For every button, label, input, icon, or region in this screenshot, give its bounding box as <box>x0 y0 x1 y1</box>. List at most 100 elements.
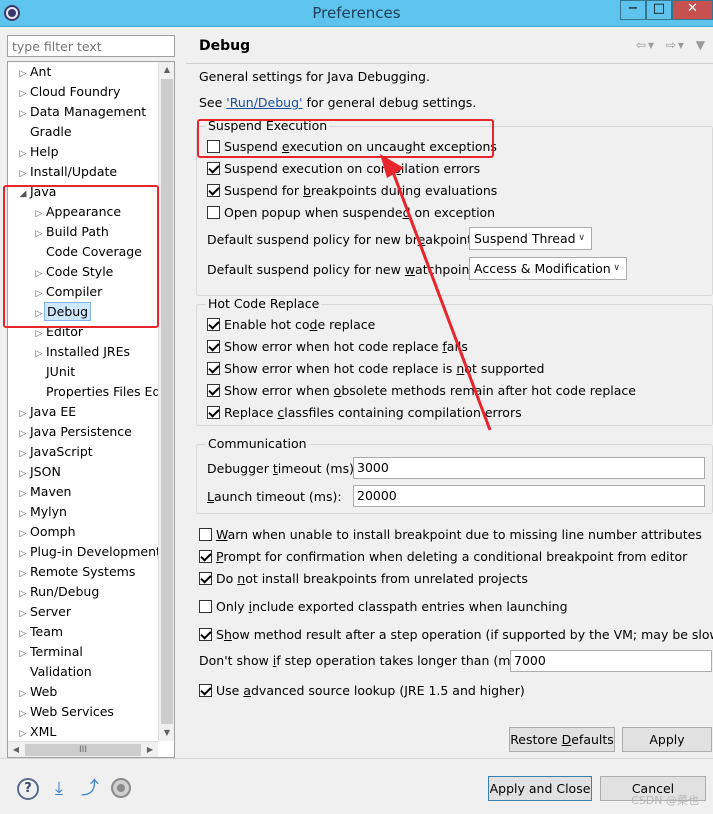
view-menu-icon[interactable]: ▼ <box>696 38 705 52</box>
tree-item-plug-in-development[interactable]: ▷ Plug-in Development <box>18 542 158 562</box>
expand-arrow-icon[interactable]: ▷ <box>18 564 28 584</box>
debugger-timeout-input[interactable]: 3000 <box>353 457 705 479</box>
expand-arrow-icon[interactable]: ▷ <box>18 524 28 544</box>
expand-arrow-icon[interactable]: ▷ <box>18 544 28 564</box>
exported-classpath-checkbox[interactable]: Only include exported classpath entries … <box>199 598 568 616</box>
expand-arrow-icon[interactable]: ▷ <box>18 724 28 741</box>
expand-arrow-icon[interactable]: ▷ <box>18 164 28 184</box>
launch-timeout-input[interactable]: 20000 <box>353 485 705 507</box>
tree-item-gradle[interactable]: Gradle <box>18 122 74 142</box>
tree-vertical-scrollbar[interactable]: ▲ ▼ <box>158 62 174 741</box>
expand-arrow-icon[interactable]: ▷ <box>18 504 28 524</box>
hcr-not-supported-checkbox[interactable]: Show error when hot code replace is not … <box>207 360 544 378</box>
tree-item-terminal[interactable]: ▷ Terminal <box>18 642 85 662</box>
tree-item-ant[interactable]: ▷ Ant <box>18 62 53 82</box>
expand-arrow-icon[interactable]: ▷ <box>18 404 28 424</box>
suspend-compilation-checkbox[interactable]: Suspend execution on compilation errors <box>207 160 480 178</box>
tree-item-java-ee[interactable]: ▷ Java EE <box>18 402 78 422</box>
tree-item-install-update[interactable]: ▷ Install/Update <box>18 162 119 182</box>
method-result-checkbox[interactable]: Show method result after a step operatio… <box>199 626 713 644</box>
forward-menu-icon[interactable]: ▾ <box>678 38 684 52</box>
checkbox-box[interactable] <box>199 550 212 563</box>
expand-arrow-icon[interactable]: ▷ <box>18 624 28 644</box>
scroll-down-icon[interactable]: ▼ <box>159 725 174 741</box>
maximize-button[interactable]: □ <box>646 0 672 20</box>
checkbox-box[interactable] <box>207 384 220 397</box>
expand-arrow-icon[interactable]: ▷ <box>18 484 28 504</box>
tree-item-xml[interactable]: ▷ XML <box>18 722 58 741</box>
forward-arrow-icon[interactable]: ⇨ <box>666 38 676 52</box>
tree-item-json[interactable]: ▷ JSON <box>18 462 63 482</box>
expand-arrow-icon[interactable]: ▷ <box>18 644 28 664</box>
expand-arrow-icon[interactable]: ▷ <box>34 344 44 364</box>
checkbox-box[interactable] <box>207 406 220 419</box>
stop-icon[interactable] <box>111 778 131 798</box>
tree-item-installed-jres[interactable]: ▷ Installed JREs <box>34 342 132 362</box>
policy-watchpoints-select[interactable]: Access & Modification ∨ <box>469 257 627 280</box>
hcr-fails-checkbox[interactable]: Show error when hot code replace fails <box>207 338 468 356</box>
checkbox-box[interactable] <box>207 362 220 375</box>
suspend-breakpoints-checkbox[interactable]: Suspend for breakpoints during evaluatio… <box>207 182 497 200</box>
expand-arrow-icon[interactable]: ▷ <box>18 604 28 624</box>
expand-arrow-icon[interactable]: ▷ <box>18 584 28 604</box>
checkbox-box[interactable] <box>207 184 220 197</box>
tree-item-run-debug[interactable]: ▷ Run/Debug <box>18 582 101 602</box>
advanced-lookup-checkbox[interactable]: Use advanced source lookup (JRE 1.5 and … <box>199 682 525 700</box>
close-button[interactable]: ✕ <box>672 0 713 20</box>
filter-input[interactable] <box>7 35 175 57</box>
back-arrow-icon[interactable]: ⇦ <box>636 38 646 52</box>
tree-item-junit[interactable]: JUnit <box>34 362 77 382</box>
hcr-obsolete-checkbox[interactable]: Show error when obsolete methods remain … <box>207 382 636 400</box>
policy-breakpoints-select[interactable]: Suspend Thread ∨ <box>469 227 592 250</box>
expand-arrow-icon[interactable]: ▷ <box>18 84 28 104</box>
tree-item-remote-systems[interactable]: ▷ Remote Systems <box>18 562 137 582</box>
expand-arrow-icon[interactable]: ▷ <box>18 104 28 124</box>
expand-arrow-icon[interactable]: ▷ <box>18 424 28 444</box>
hscroll-thumb[interactable]: III <box>25 744 141 756</box>
checkbox-box[interactable] <box>207 318 220 331</box>
expand-arrow-icon[interactable]: ▷ <box>18 684 28 704</box>
tree-item-maven[interactable]: ▷ Maven <box>18 482 73 502</box>
import-icon[interactable]: ⤓ <box>47 778 71 800</box>
scroll-left-icon[interactable]: ◀ <box>8 742 24 757</box>
checkbox-box[interactable] <box>199 600 212 613</box>
apply-and-close-button[interactable]: Apply and Close <box>488 776 592 801</box>
tree-item-oomph[interactable]: ▷ Oomph <box>18 522 78 542</box>
checkbox-box[interactable] <box>199 628 212 641</box>
restore-defaults-button[interactable]: Restore Defaults <box>509 727 615 752</box>
checkbox-box[interactable] <box>207 340 220 353</box>
back-menu-icon[interactable]: ▾ <box>648 38 654 52</box>
checkbox-box[interactable] <box>207 162 220 175</box>
help-icon[interactable]: ? <box>17 778 39 800</box>
tree-item-data-management[interactable]: ▷ Data Management <box>18 102 148 122</box>
tree-item-server[interactable]: ▷ Server <box>18 602 73 622</box>
checkbox-box[interactable] <box>207 206 220 219</box>
tree-item-javascript[interactable]: ▷ JavaScript <box>18 442 95 462</box>
scroll-thumb[interactable] <box>161 79 173 724</box>
tree-item-validation[interactable]: Validation <box>18 662 94 682</box>
tree-item-mylyn[interactable]: ▷ Mylyn <box>18 502 69 522</box>
tree-item-properties-files-edit[interactable]: Properties Files Edit <box>34 382 158 402</box>
expand-arrow-icon[interactable]: ▷ <box>18 444 28 464</box>
enable-hcr-checkbox[interactable]: Enable hot code replace <box>207 316 375 334</box>
prompt-conditional-checkbox[interactable]: Prompt for confirmation when deleting a … <box>199 548 687 566</box>
tree-item-java-persistence[interactable]: ▷ Java Persistence <box>18 422 134 442</box>
tree-horizontal-scrollbar[interactable]: ◀ III ▶ <box>8 741 158 757</box>
open-popup-checkbox[interactable]: Open popup when suspended on exception <box>207 204 495 222</box>
checkbox-box[interactable] <box>199 528 212 541</box>
tree-item-help[interactable]: ▷ Help <box>18 142 61 162</box>
tree-item-web-services[interactable]: ▷ Web Services <box>18 702 116 722</box>
step-longer-input[interactable]: 7000 <box>510 650 712 672</box>
replace-classfiles-checkbox[interactable]: Replace classfiles containing compilatio… <box>207 404 522 422</box>
checkbox-box[interactable] <box>199 684 212 697</box>
expand-arrow-icon[interactable]: ▷ <box>18 464 28 484</box>
unrelated-projects-checkbox[interactable]: Do not install breakpoints from unrelate… <box>199 570 528 588</box>
export-icon[interactable]: ⤴ <box>78 778 102 800</box>
apply-button[interactable]: Apply <box>622 727 712 752</box>
tree-item-team[interactable]: ▷ Team <box>18 622 65 642</box>
expand-arrow-icon[interactable]: ▷ <box>18 704 28 724</box>
scroll-right-icon[interactable]: ▶ <box>142 742 158 757</box>
run-debug-link[interactable]: 'Run/Debug' <box>226 95 302 110</box>
checkbox-box[interactable] <box>199 572 212 585</box>
tree-item-web[interactable]: ▷ Web <box>18 682 59 702</box>
